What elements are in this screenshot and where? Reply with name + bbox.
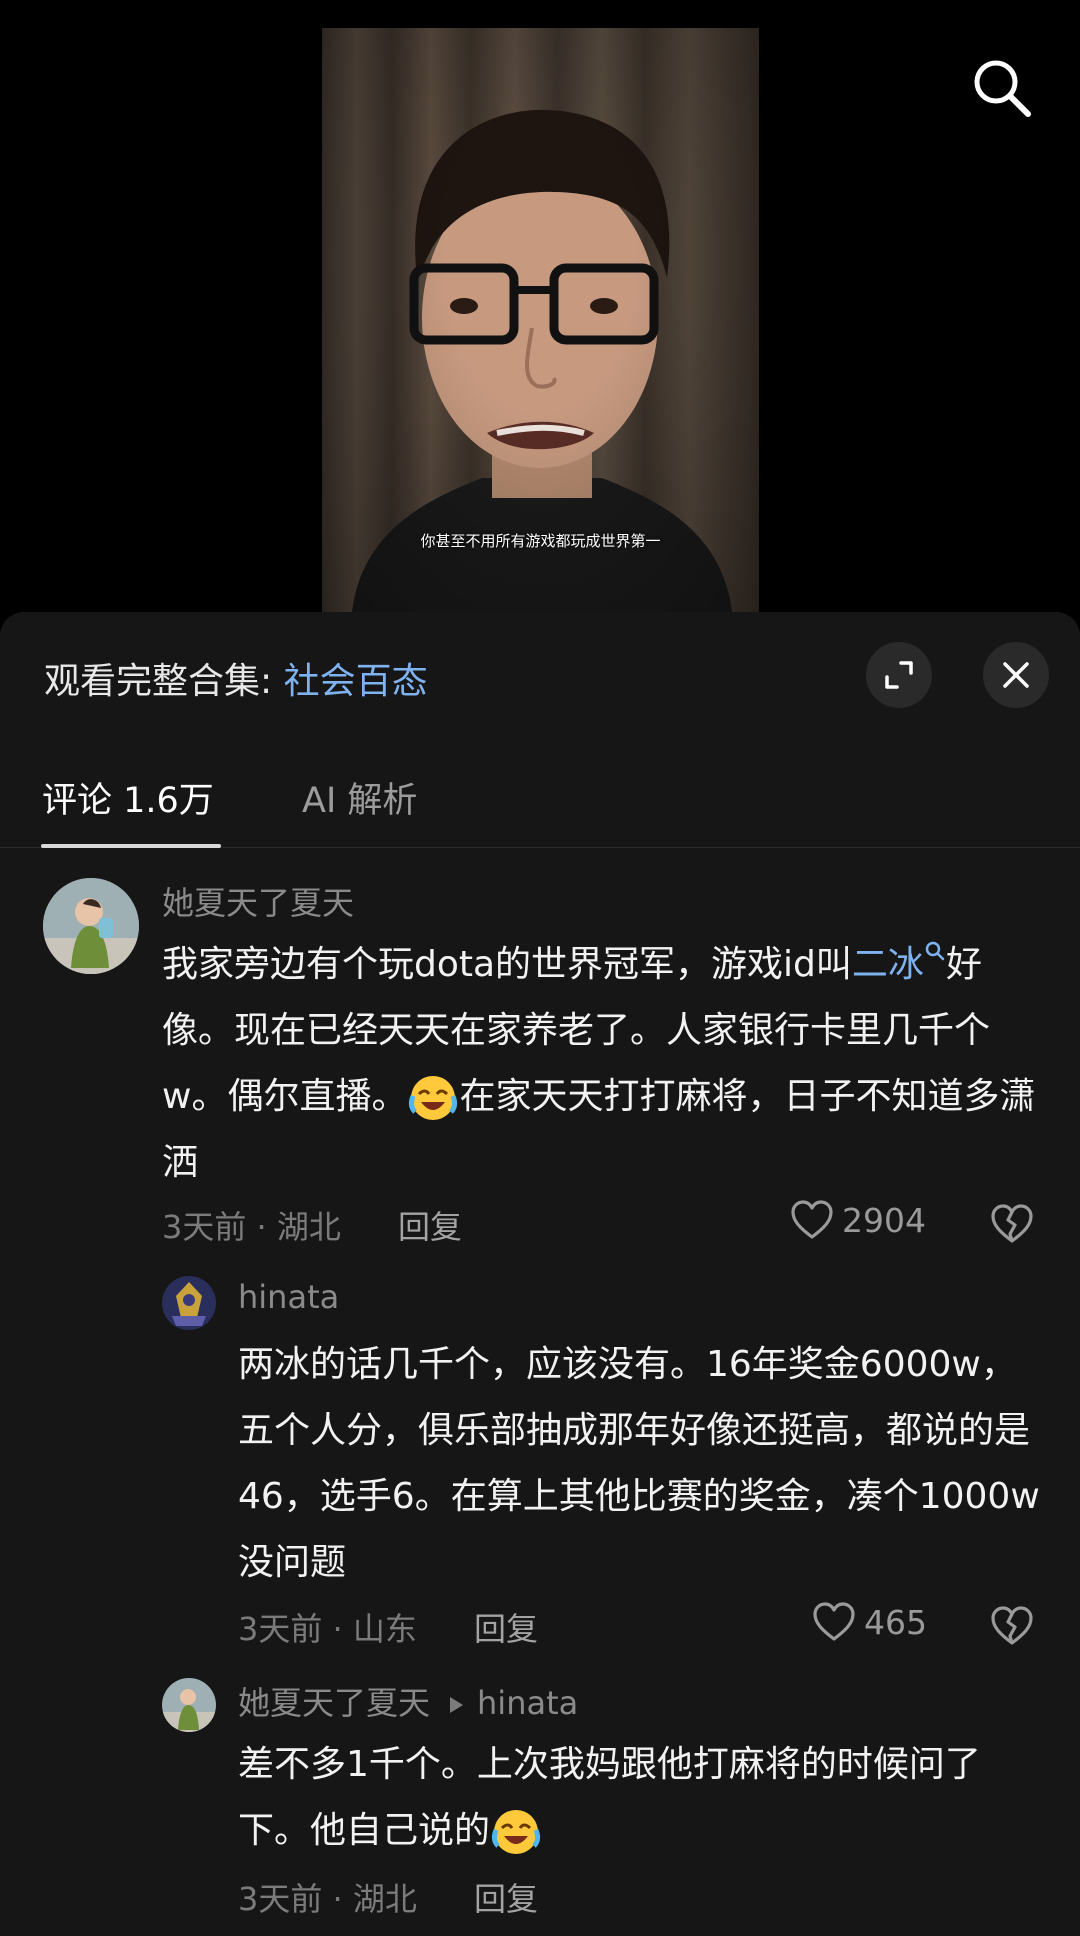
comments-sheet: 观看完整合集: 社会百态 评论 1.6万 AI 解析 她夏天了夏天 我家旁边有个…	[0, 612, 1080, 1936]
comment-text: 我家旁边有个玩dota的世界冠军，游戏id叫二冰 好像。现在已经天天在家养老了。人…	[162, 932, 1042, 1196]
tab-comments[interactable]: 评论 1.6万	[42, 772, 214, 823]
comment-meta: 3天前 · 湖北	[162, 1208, 341, 1246]
avatar-image	[162, 1276, 216, 1330]
search-keyword-link[interactable]: 二冰	[851, 941, 946, 985]
avatar[interactable]	[162, 1678, 216, 1732]
avatar-image	[162, 1678, 216, 1732]
like-count: 465	[864, 1602, 927, 1642]
like-button[interactable]: 2904	[790, 1200, 926, 1240]
expand-icon	[885, 661, 913, 689]
video-shade	[322, 28, 759, 612]
like-count: 2904	[842, 1200, 926, 1240]
reply-button[interactable]: 回复	[398, 1202, 462, 1248]
video-subtitle: 你甚至不用所有游戏都玩成世界第一	[420, 532, 661, 550]
avatar[interactable]	[43, 878, 139, 974]
search-button[interactable]	[970, 56, 1034, 120]
collection-label: 观看完整合集:	[44, 661, 284, 702]
reply-to-username[interactable]: hinata	[477, 1684, 578, 1722]
laughing-crying-emoji	[409, 1076, 458, 1120]
comment-username[interactable]: 她夏天了夏天	[162, 878, 354, 924]
search-icon	[974, 60, 1031, 117]
like-button[interactable]: 465	[812, 1602, 927, 1642]
comment-meta: 3天前 · 湖北	[238, 1880, 417, 1918]
video-area[interactable]: 你甚至不用所有游戏都玩成世界第一	[0, 0, 1080, 612]
tab-ai-analysis[interactable]: AI 解析	[302, 772, 417, 823]
active-tab-indicator	[41, 844, 221, 848]
comment-text: 两冰的话几千个，应该没有。16年奖金6000w，五个人分，俱乐部抽成那年好像还挺…	[238, 1344, 1040, 1583]
reply-arrow-icon	[450, 1697, 464, 1713]
comment-username[interactable]: hinata	[238, 1278, 339, 1316]
collection-row: 观看完整合集: 社会百态	[44, 652, 428, 704]
dislike-button[interactable]	[990, 1606, 1034, 1650]
comment-username[interactable]: 她夏天了夏天	[238, 1684, 430, 1722]
reply-button[interactable]: 回复	[474, 1604, 538, 1650]
collection-link[interactable]: 社会百态	[284, 661, 428, 702]
close-button[interactable]	[983, 642, 1049, 708]
expand-button[interactable]	[866, 642, 932, 708]
search-keyword: 二冰	[851, 944, 924, 985]
tab-bar: 评论 1.6万 AI 解析	[0, 762, 1080, 848]
comment-text: 差不多1千个。上次我妈跟他打麻将的时候问了下。他自己说的	[238, 1732, 1044, 1864]
avatar[interactable]	[162, 1276, 216, 1330]
heart-icon	[791, 1200, 833, 1239]
dislike-button[interactable]	[990, 1204, 1034, 1248]
broken-heart-icon	[991, 1204, 1033, 1243]
video-frame[interactable]: 你甚至不用所有游戏都玩成世界第一	[322, 28, 759, 612]
heart-icon	[813, 1602, 855, 1641]
reply-button[interactable]: 回复	[474, 1874, 538, 1920]
comment-username-row: 她夏天了夏天 hinata	[238, 1678, 578, 1724]
laughing-crying-emoji	[491, 1810, 541, 1854]
avatar-image	[43, 878, 139, 974]
close-icon	[1003, 662, 1029, 688]
search-small-icon	[925, 941, 945, 961]
comment-text-part: 我家旁边有个玩dota的世界冠军，游戏id叫	[162, 944, 852, 985]
broken-heart-icon	[991, 1606, 1033, 1645]
comment-meta: 3天前 · 山东	[238, 1610, 417, 1648]
comment-text-part: 差不多1千个。上次我妈跟他打麻将的时候问了下。他自己说的	[238, 1744, 981, 1851]
